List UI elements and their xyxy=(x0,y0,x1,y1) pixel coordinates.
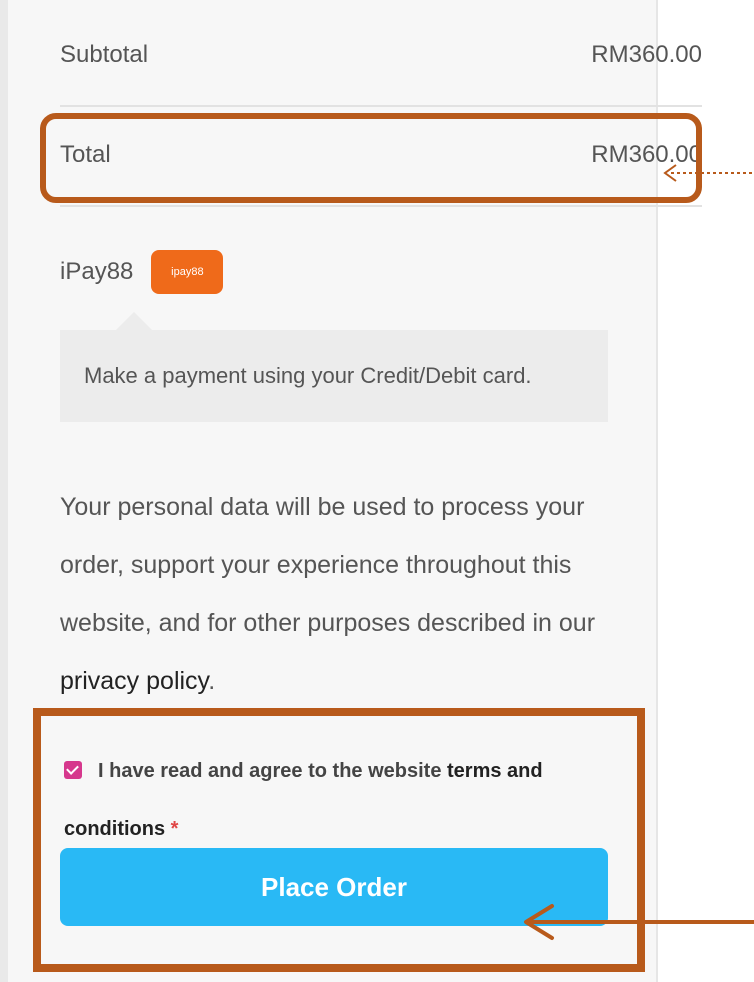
solid-arrow-icon xyxy=(524,904,754,940)
annotation-arrows-layer xyxy=(524,164,754,940)
dotted-arrow-icon xyxy=(663,164,752,182)
